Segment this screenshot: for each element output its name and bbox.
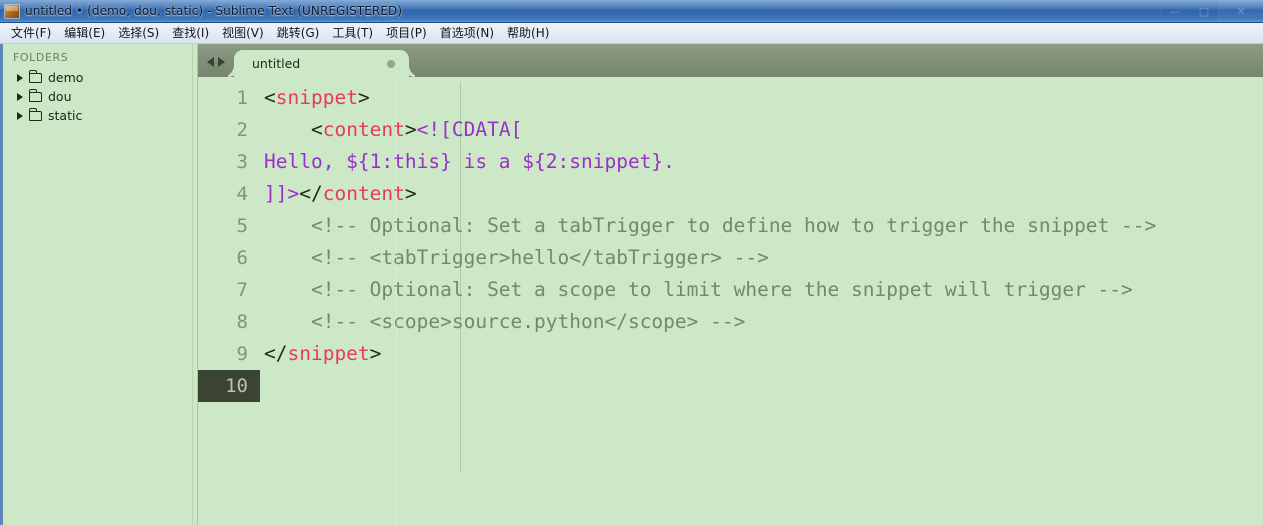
code-line[interactable]: 2 <content><![CDATA[ <box>198 114 1263 146</box>
folder-icon <box>28 69 42 83</box>
menu-view[interactable]: 视图(V) <box>216 25 271 41</box>
code-line[interactable]: 4 ]]></content> <box>198 178 1263 210</box>
sidebar-header-folders: FOLDERS <box>13 51 69 64</box>
code-line[interactable]: 8 <!-- <scope>source.python</scope> --> <box>198 306 1263 338</box>
token-punct: > <box>369 342 382 365</box>
chevron-right-icon[interactable] <box>17 73 23 82</box>
token-punct: < <box>264 118 323 141</box>
menu-project[interactable]: 项目(P) <box>380 25 434 41</box>
line-number: 8 <box>236 311 248 333</box>
code-line[interactable]: 3 Hello, ${1:this} is a ${2:snippet}. <box>198 146 1263 178</box>
line-number: 6 <box>236 247 248 269</box>
code-line-text[interactable]: <!-- <tabTrigger>hello</tabTrigger> --> <box>260 242 1263 274</box>
token-punct: < <box>264 86 276 109</box>
token-comment: <!-- <scope>source.python</scope> --> <box>264 310 746 333</box>
menu-edit[interactable]: 编辑(E) <box>58 25 112 41</box>
folder-label: dou <box>48 89 72 104</box>
token-punct: > <box>404 182 417 205</box>
tab-label: untitled <box>252 56 301 71</box>
code-line[interactable]: 10 <box>198 370 1263 402</box>
line-number: 5 <box>236 215 248 237</box>
folder-label: static <box>48 108 83 123</box>
folder-label: demo <box>48 70 84 85</box>
close-button[interactable]: ✕ <box>1218 0 1263 22</box>
line-number: 2 <box>236 119 248 141</box>
token-punct: </ <box>299 182 323 205</box>
menu-help[interactable]: 帮助(H) <box>501 25 556 41</box>
line-number: 3 <box>236 151 248 173</box>
menu-file[interactable]: 文件(F) <box>5 25 58 41</box>
window-controls[interactable]: — ▢ ✕ <box>1160 0 1263 22</box>
line-number: 4 <box>236 183 248 205</box>
window-title: untitled • (demo, dou, static) - Sublime… <box>25 4 403 18</box>
token-cdata: <![CDATA[ <box>416 118 523 141</box>
token-tag: snippet <box>275 86 358 109</box>
menu-tools[interactable]: 工具(T) <box>326 25 380 41</box>
token-punct: </ <box>264 342 288 365</box>
code-line-text[interactable]: <!-- <scope>source.python</scope> --> <box>260 306 1263 338</box>
sidebar-item-demo[interactable]: demo <box>3 68 197 87</box>
chevron-right-icon[interactable] <box>17 111 23 120</box>
minimize-button[interactable]: — <box>1160 0 1189 22</box>
folder-icon <box>28 107 42 121</box>
sidebar: FOLDERS demo dou static <box>3 44 198 525</box>
code-line-text[interactable]: <!-- Optional: Set a tabTrigger to defin… <box>260 210 1263 242</box>
token-content: Hello, ${1:this} is a ${2:snippet}. <box>264 150 675 173</box>
tab-untitled[interactable]: untitled <box>234 50 409 77</box>
menu-find[interactable]: 查找(I) <box>166 25 216 41</box>
maximize-button[interactable]: ▢ <box>1189 0 1218 22</box>
sublime-text-icon <box>4 3 20 19</box>
token-punct: > <box>404 118 417 141</box>
menubar[interactable]: 文件(F) 编辑(E) 选择(S) 查找(I) 视图(V) 跳转(G) 工具(T… <box>0 23 1263 44</box>
code-line[interactable]: 1 <snippet> <box>198 82 1263 114</box>
line-number: 7 <box>236 279 248 301</box>
token-comment: <!-- Optional: Set a scope to limit wher… <box>264 278 1133 301</box>
token-tag: snippet <box>287 342 370 365</box>
line-number: 1 <box>236 87 248 109</box>
editor-pane: untitled 1 <snippet> 2 <content><![CDATA[3… <box>198 44 1263 525</box>
token-cdata: ]]> <box>264 182 300 205</box>
token-tag: content <box>322 118 405 141</box>
menu-selection[interactable]: 选择(S) <box>112 25 166 41</box>
code-line[interactable]: 6 <!-- <tabTrigger>hello</tabTrigger> --… <box>198 242 1263 274</box>
token-comment: <!-- <tabTrigger>hello</tabTrigger> --> <box>264 246 769 269</box>
chevron-left-icon[interactable] <box>207 57 214 67</box>
unsaved-dot-icon[interactable] <box>387 59 395 68</box>
chevron-right-icon[interactable] <box>17 92 23 101</box>
token-tag: content <box>322 182 405 205</box>
tab-bar: untitled <box>198 44 1263 77</box>
code-line-text[interactable]: Hello, ${1:this} is a ${2:snippet}. <box>260 146 1263 178</box>
code-editor[interactable]: 1 <snippet> 2 <content><![CDATA[3 Hello, ${… <box>198 77 1263 525</box>
menu-preferences[interactable]: 首选项(N) <box>434 25 501 41</box>
sidebar-item-dou[interactable]: dou <box>3 87 197 106</box>
menu-goto[interactable]: 跳转(G) <box>271 25 327 41</box>
code-line[interactable]: 5 <!-- Optional: Set a tabTrigger to def… <box>198 210 1263 242</box>
token-punct: > <box>357 86 370 109</box>
code-line-text[interactable]: <snippet> <box>260 82 1263 114</box>
line-number: 9 <box>236 343 248 365</box>
code-line-text[interactable]: ]]></content> <box>260 178 1263 210</box>
window-titlebar[interactable]: untitled • (demo, dou, static) - Sublime… <box>0 0 1263 23</box>
code-line[interactable]: 7 <!-- Optional: Set a scope to limit wh… <box>198 274 1263 306</box>
sidebar-item-static[interactable]: static <box>3 106 197 125</box>
folder-icon <box>28 88 42 102</box>
code-line-text[interactable]: <!-- Optional: Set a scope to limit wher… <box>260 274 1263 306</box>
sublime-text-window: untitled • (demo, dou, static) - Sublime… <box>0 0 1263 525</box>
code-line[interactable]: 9 </snippet> <box>198 338 1263 370</box>
code-line-text[interactable]: </snippet> <box>260 338 1263 370</box>
token-comment: <!-- Optional: Set a tabTrigger to defin… <box>264 214 1157 237</box>
line-number: 10 <box>198 370 260 402</box>
code-line-text[interactable]: <content><![CDATA[ <box>260 114 1263 146</box>
window-body: FOLDERS demo dou static untitled 1 <snip… <box>0 44 1263 525</box>
